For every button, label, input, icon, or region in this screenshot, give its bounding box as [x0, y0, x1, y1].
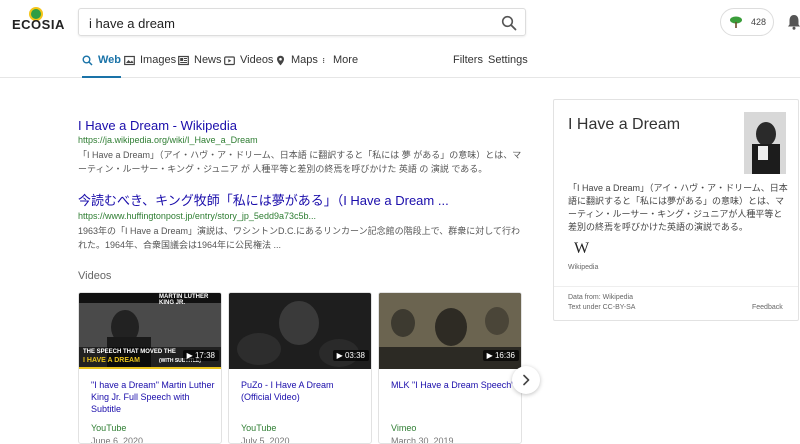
image-icon: [124, 55, 135, 66]
video-duration: ▶ 03:38: [332, 350, 369, 361]
thumb-caption: I HAVE A DREAM: [83, 357, 140, 364]
tab-web[interactable]: Web: [82, 54, 122, 78]
tab-videos[interactable]: Videos: [224, 54, 273, 78]
video-icon: [224, 56, 235, 66]
bell-icon[interactable]: [787, 14, 800, 30]
tab-label: Videos: [240, 54, 274, 66]
result-url[interactable]: https://ja.wikipedia.org/wiki/I_Have_a_D…: [78, 135, 528, 145]
tab-label: News: [194, 54, 222, 66]
search-icon[interactable]: [501, 15, 517, 31]
portrait-graphic: [744, 112, 786, 174]
divider: [554, 286, 798, 287]
knowledge-panel: I Have a Dream 「I Have a Dream」（アイ・ハヴ・ア・…: [553, 99, 799, 321]
tree-count: 428: [751, 17, 767, 27]
video-source: YouTube: [91, 423, 127, 433]
video-thumbnail[interactable]: MARTIN LUTHER KING JR. THE SPEECH THAT M…: [79, 293, 221, 369]
result-title-link[interactable]: 今読むべき、キング牧師「私には夢がある」（I Have a Dream ...: [78, 190, 528, 209]
filters-label: Filters: [453, 54, 483, 66]
videos-heading: Videos: [78, 270, 112, 282]
video-date: June 6, 2020: [91, 436, 144, 444]
tree-icon: [730, 16, 742, 28]
more-icon: [323, 57, 325, 64]
videos-next-button[interactable]: [512, 366, 540, 394]
search-results: I Have a Dream - Wikipedia https://ja.wi…: [78, 118, 528, 266]
settings-label: Settings: [488, 54, 528, 66]
logo-text: ECOSIA: [12, 17, 65, 32]
panel-description: 「I Have a Dream」（アイ・ハヴ・ア・ドリーム、日本語に翻訳すると「…: [568, 183, 788, 232]
wikipedia-label[interactable]: Wikipedia: [568, 264, 598, 271]
tab-news[interactable]: News: [178, 54, 222, 78]
data-source-text: Data from: Wikipedia: [568, 294, 633, 301]
thumb-caption: THE SPEECH THAT MOVED THE: [83, 349, 176, 355]
tree-counter[interactable]: 428: [720, 8, 774, 36]
video-card[interactable]: MARTIN LUTHER KING JR. THE SPEECH THAT M…: [78, 292, 222, 444]
tab-label: More: [333, 54, 359, 66]
result-snippet: 1963年の「I Have a Dream」演説は、ワシントンD.C.にあるリン…: [78, 226, 520, 250]
video-title-link[interactable]: "I have a Dream" Martin Luther King Jr. …: [91, 379, 215, 415]
map-pin-icon: [277, 55, 284, 66]
result-snippet: 「I Have a Dream」（アイ・ハヴ・ア・ドリーム、日本語 に翻訳すると…: [78, 150, 522, 174]
search-box[interactable]: [78, 8, 526, 36]
result-item: 今読むべき、キング牧師「私には夢がある」（I Have a Dream ... …: [78, 190, 528, 252]
video-source: Vimeo: [391, 423, 417, 433]
news-icon: [178, 55, 189, 66]
wikipedia-icon[interactable]: W: [574, 240, 589, 258]
video-thumbnail[interactable]: ▶ 03:38: [229, 293, 371, 369]
tab-label: Web: [98, 54, 122, 66]
video-thumbnail[interactable]: ▶ 16:36: [379, 293, 521, 369]
search-input[interactable]: [89, 13, 489, 33]
chevron-right-icon: [523, 374, 530, 386]
tab-images[interactable]: Images: [124, 54, 176, 78]
video-title-link[interactable]: PuZo - I Have A Dream (Official Video): [241, 379, 365, 403]
filters-link[interactable]: Filters: [453, 54, 483, 78]
video-duration: ▶ 16:36: [482, 350, 519, 361]
result-item: I Have a Dream - Wikipedia https://ja.wi…: [78, 118, 528, 176]
video-duration: ▶ 17:38: [182, 350, 219, 361]
thumb-caption: MARTIN LUTHER KING JR.: [159, 294, 209, 306]
feedback-link[interactable]: Feedback: [752, 304, 783, 311]
video-date: July 5, 2020: [241, 436, 290, 444]
tab-maps[interactable]: Maps: [275, 54, 318, 78]
result-url[interactable]: https://www.huffingtonpost.jp/entry/stor…: [78, 211, 528, 221]
panel-title: I Have a Dream: [568, 116, 681, 133]
video-title-link[interactable]: MLK "I Have a Dream Speech": [391, 379, 515, 391]
header: ECOSIA 428 Web Images News: [0, 0, 800, 78]
search-tabs: Web Images News Videos Maps More Filters…: [82, 54, 782, 78]
tab-label: Images: [140, 54, 177, 66]
license-text: Text under CC-BY-SA: [568, 304, 636, 311]
video-card[interactable]: ▶ 03:38 PuZo - I Have A Dream (Official …: [228, 292, 372, 444]
video-date: March 30, 2019: [391, 436, 454, 444]
ecosia-logo[interactable]: ECOSIA: [12, 7, 64, 37]
video-card[interactable]: ▶ 16:36 MLK "I Have a Dream Speech" Vime…: [378, 292, 522, 444]
video-source: YouTube: [241, 423, 277, 433]
result-title-link[interactable]: I Have a Dream - Wikipedia: [78, 118, 528, 133]
panel-image[interactable]: [744, 112, 786, 174]
tab-label: Maps: [291, 54, 318, 66]
tab-more[interactable]: More: [322, 54, 358, 78]
search-icon: [82, 55, 93, 66]
settings-link[interactable]: Settings: [488, 54, 528, 78]
